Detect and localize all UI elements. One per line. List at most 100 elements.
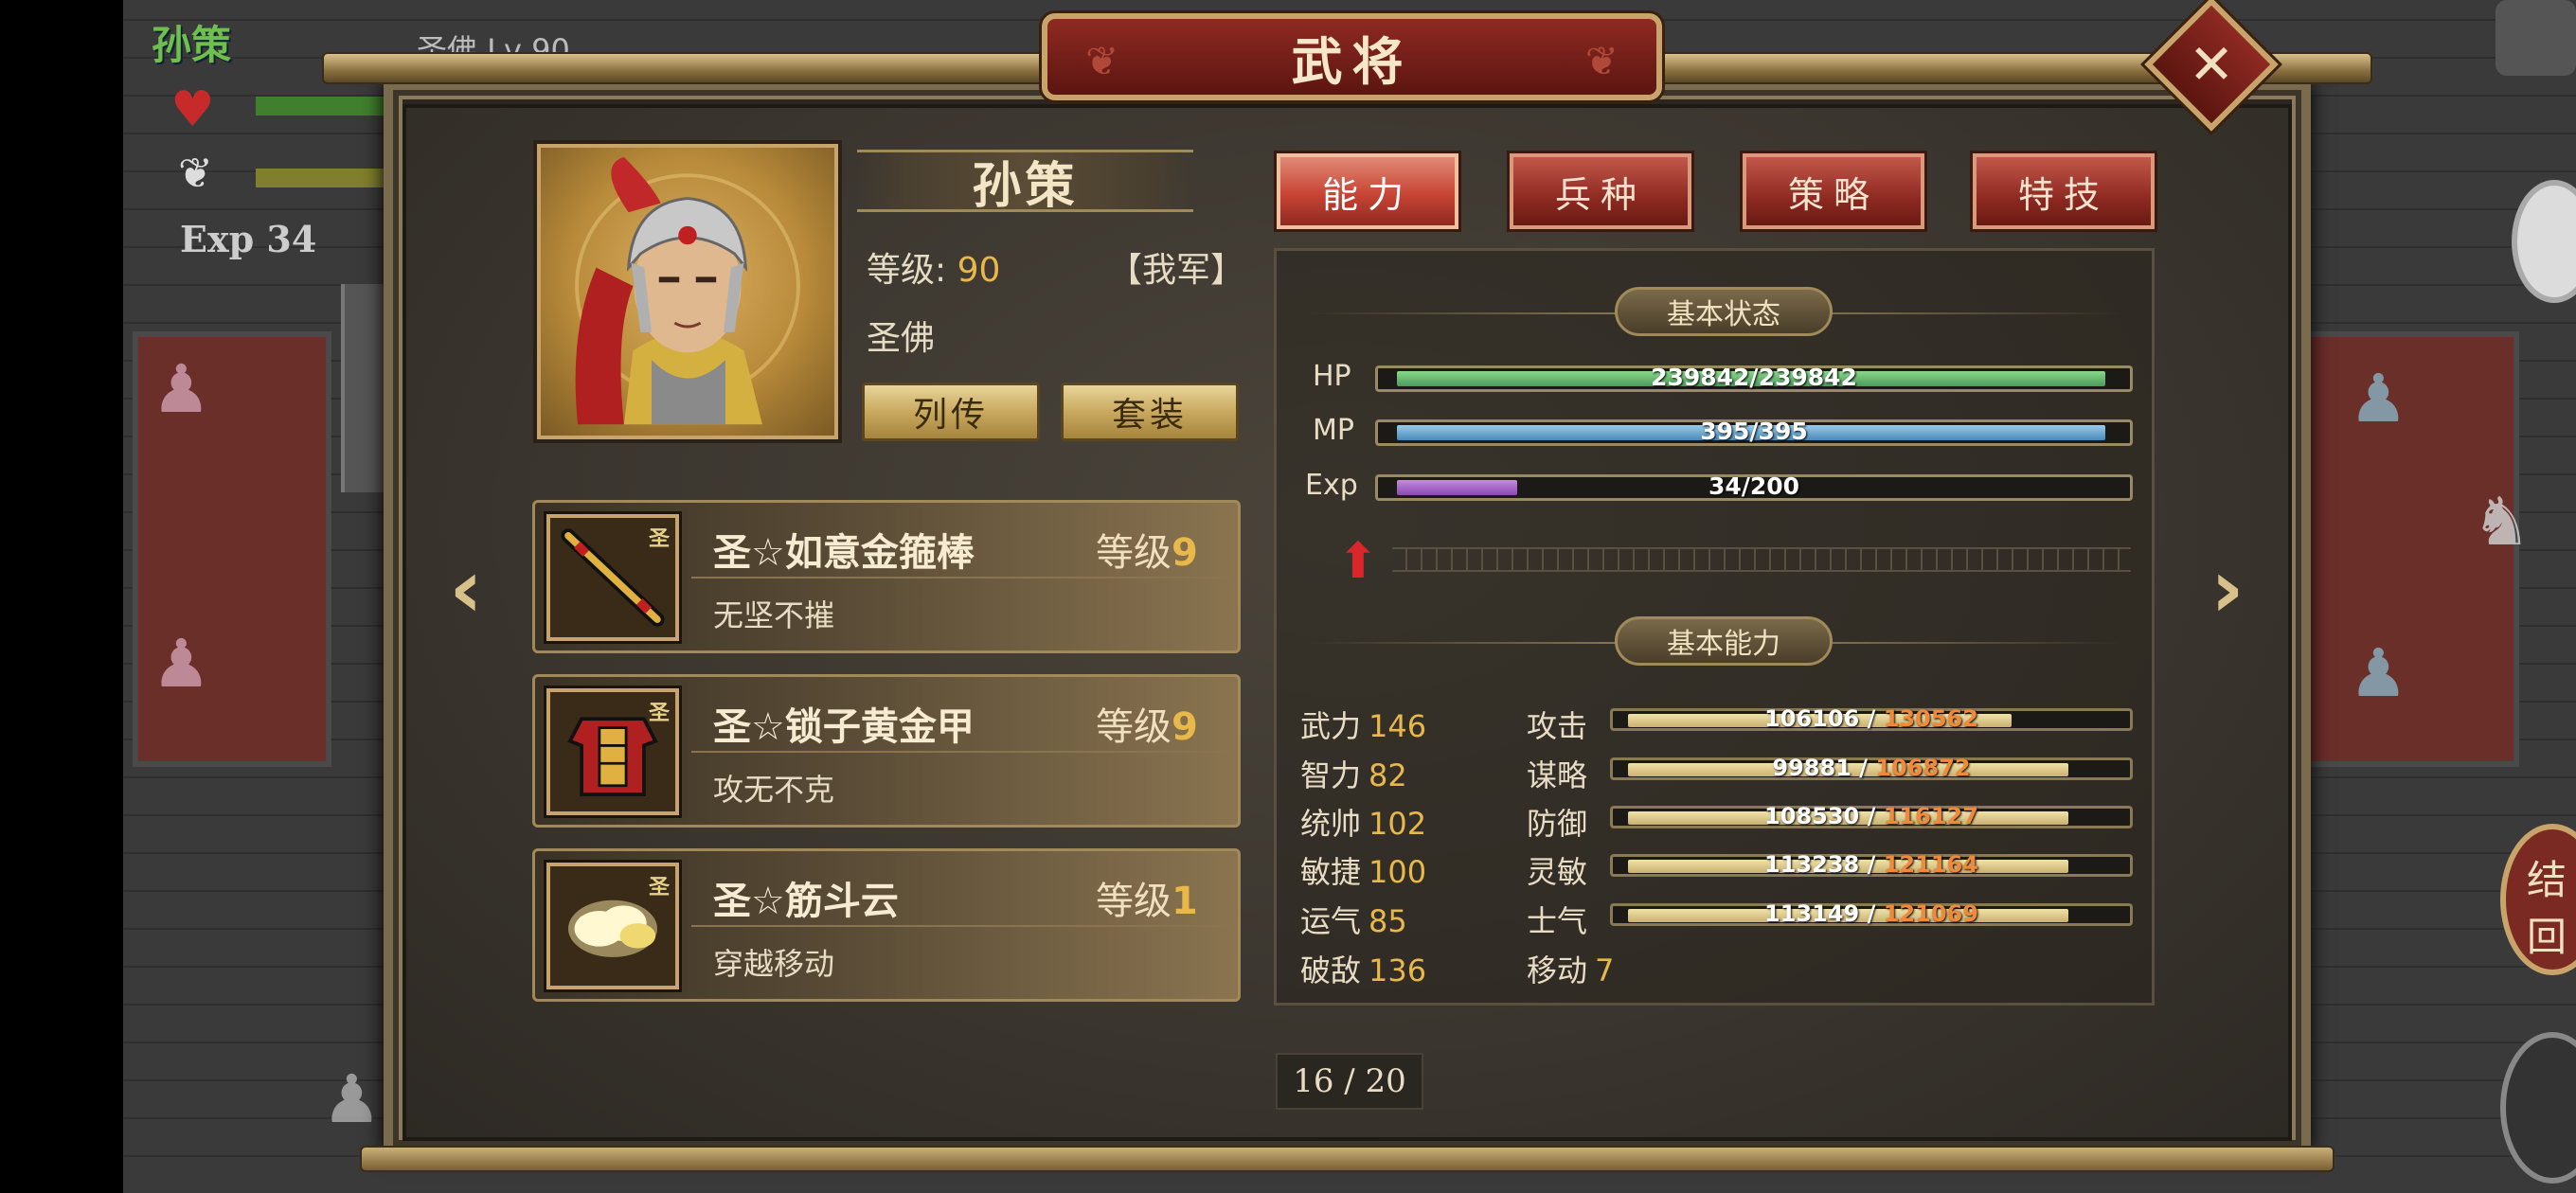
tab-troop-type[interactable]: 兵种	[1510, 153, 1691, 229]
combat-agility-value: 113238 / 121164	[1764, 851, 1978, 878]
close-icon: ✕	[2188, 32, 2235, 97]
next-officer-chevron-right-icon[interactable]: ›	[2197, 547, 2258, 631]
heart-icon: ♥	[170, 81, 215, 138]
combat-move: 移动 7	[1527, 953, 1615, 988]
unit-exp: Exp 34	[180, 218, 317, 260]
tab-ability[interactable]: 能力	[1277, 153, 1458, 229]
equipment-name: 圣☆筋斗云	[713, 880, 899, 923]
swirl-ornament-icon: ❦	[1085, 38, 1119, 84]
map-unit-sprite[interactable]: ♟	[2349, 634, 2408, 712]
attr-luck: 运气 85	[1300, 903, 1407, 939]
equipment-level-label: 等级	[1096, 531, 1172, 575]
holy-mark: 圣	[648, 527, 670, 551]
equipment-name: 圣☆锁子黄金甲	[713, 705, 975, 749]
map-pillar	[341, 284, 388, 492]
hp-label: HP	[1313, 360, 1351, 393]
combat-defense-bar: 108530 / 116127	[1610, 803, 2133, 829]
level-up-arrow-icon[interactable]: ⬆	[1337, 537, 1379, 586]
page-indicator: 16 / 20	[1276, 1053, 1423, 1110]
biography-button[interactable]: 列传	[862, 383, 1040, 441]
equipment-item-mount[interactable]: 圣 圣☆筋斗云 等级1 穿越移动	[532, 848, 1241, 1002]
combat-attack-bar: 106106 / 130562	[1610, 705, 2133, 732]
end-turn-label-2: 回	[2527, 914, 2567, 960]
equipment-divider	[691, 577, 1231, 579]
dialog-bottom-rail	[360, 1146, 2334, 1172]
officer-name: 孙策	[972, 156, 1079, 215]
feather-icon: ❦	[178, 150, 213, 198]
combat-morale-bar: 113149 / 121069	[1610, 900, 2133, 927]
map-unit-sprite[interactable]: ♟	[2349, 360, 2408, 437]
left-black-strip	[0, 0, 123, 1193]
officer-level: 等级: 90	[867, 242, 1000, 292]
equipment-slot: 圣	[546, 863, 679, 989]
officer-title: 圣佛	[867, 319, 936, 358]
combat-strategy-label: 谋略	[1527, 757, 1588, 793]
holy-mark: 圣	[648, 702, 670, 725]
combat-defense-value: 108530 / 116127	[1764, 803, 1978, 829]
mp-value: 395/395	[1700, 418, 1808, 445]
exp-value: 34/200	[1708, 472, 1800, 500]
equipment-level-label: 等级	[1096, 880, 1172, 923]
officer-name-plate: 孙策	[857, 150, 1193, 215]
equipment-desc: 穿越移动	[713, 946, 835, 982]
level-value: 90	[957, 251, 1001, 290]
equipment-divider	[691, 925, 1231, 927]
officer-portrait	[537, 144, 838, 439]
attr-strength: 武力 146	[1300, 708, 1427, 744]
holy-mark: 圣	[648, 876, 670, 899]
decorative-pattern	[1392, 547, 2131, 572]
menu-button[interactable]	[2496, 0, 2576, 76]
selected-unit-hud: 孙策 圣佛 Lv 90 ♥ 23 ❦ 39 Exp 34	[142, 8, 570, 263]
attr-intelligence: 智力 82	[1300, 757, 1407, 793]
combat-agility-bar: 113238 / 121164	[1610, 851, 2133, 878]
equipment-level: 等级1	[1096, 870, 1198, 925]
combat-strategy-bar: 99881 / 106872	[1610, 755, 2133, 781]
equipment-desc: 无坚不摧	[713, 597, 835, 633]
level-label: 等级:	[867, 251, 947, 290]
end-turn-label-1: 结	[2527, 857, 2567, 903]
map-unit-sprite[interactable]: ♟	[152, 350, 211, 428]
equipment-level: 等级9	[1096, 696, 1198, 751]
attr-agility: 敏捷 100	[1300, 854, 1427, 890]
map-unit-sprite[interactable]: ♞	[2472, 483, 2531, 561]
equipment-slot: 圣	[546, 514, 679, 641]
dialog-title: 武将	[1291, 30, 1413, 92]
dialog-title-plate: ❦ 武将 ❦	[1042, 13, 1662, 100]
tab-strategy[interactable]: 策略	[1743, 153, 1924, 229]
equipment-level-value: 1	[1172, 880, 1198, 923]
combat-morale-value: 113149 / 121069	[1764, 900, 1978, 927]
equipment-item-armor[interactable]: 圣 圣☆锁子黄金甲 等级9 攻无不克	[532, 674, 1241, 828]
equipment-slot: 圣	[546, 688, 679, 815]
mp-label: MP	[1313, 414, 1354, 447]
equipment-set-button[interactable]: 套装	[1061, 383, 1239, 441]
exp-label: Exp	[1305, 469, 1358, 502]
combat-agility-label: 灵敏	[1527, 854, 1588, 890]
level-up-row: ⬆	[1326, 537, 2131, 586]
equipment-desc: 攻无不克	[713, 772, 835, 808]
equipment-item-weapon[interactable]: 圣 圣☆如意金箍棒 等级9 无坚不摧	[532, 500, 1241, 653]
prev-officer-chevron-left-icon[interactable]: ‹	[436, 547, 496, 631]
combat-strategy-value: 99881 / 106872	[1772, 755, 1971, 781]
mp-bar: 395/395	[1375, 418, 2133, 446]
swirl-ornament-icon: ❦	[1584, 38, 1619, 84]
combat-attack-value: 106106 / 130562	[1764, 705, 1978, 732]
map-unit-sprite[interactable]: ♟	[322, 1060, 382, 1138]
equipment-level-value: 9	[1172, 705, 1198, 749]
hp-bar: 239842/239842	[1375, 364, 2133, 392]
exp-bar: 34/200	[1375, 472, 2133, 501]
equipment-level: 等级9	[1096, 522, 1198, 577]
equipment-level-value: 9	[1172, 531, 1198, 575]
warrior-portrait-icon	[575, 156, 800, 425]
officer-faction: 【我军】	[1108, 251, 1245, 290]
basic-ability-heading: 基本能力	[1615, 616, 1833, 666]
combat-defense-label: 防御	[1527, 806, 1588, 842]
attr-leadership: 统帅 102	[1300, 806, 1427, 842]
equipment-divider	[691, 751, 1231, 753]
equipment-level-label: 等级	[1096, 705, 1172, 749]
map-unit-sprite[interactable]: ♟	[152, 625, 211, 703]
combat-morale-label: 士气	[1527, 903, 1588, 939]
unit-name: 孙策	[152, 22, 232, 68]
tab-special-skill[interactable]: 特技	[1973, 153, 2155, 229]
attr-breakthrough: 破敌 136	[1300, 953, 1427, 988]
combat-attack-label: 攻击	[1527, 708, 1588, 744]
